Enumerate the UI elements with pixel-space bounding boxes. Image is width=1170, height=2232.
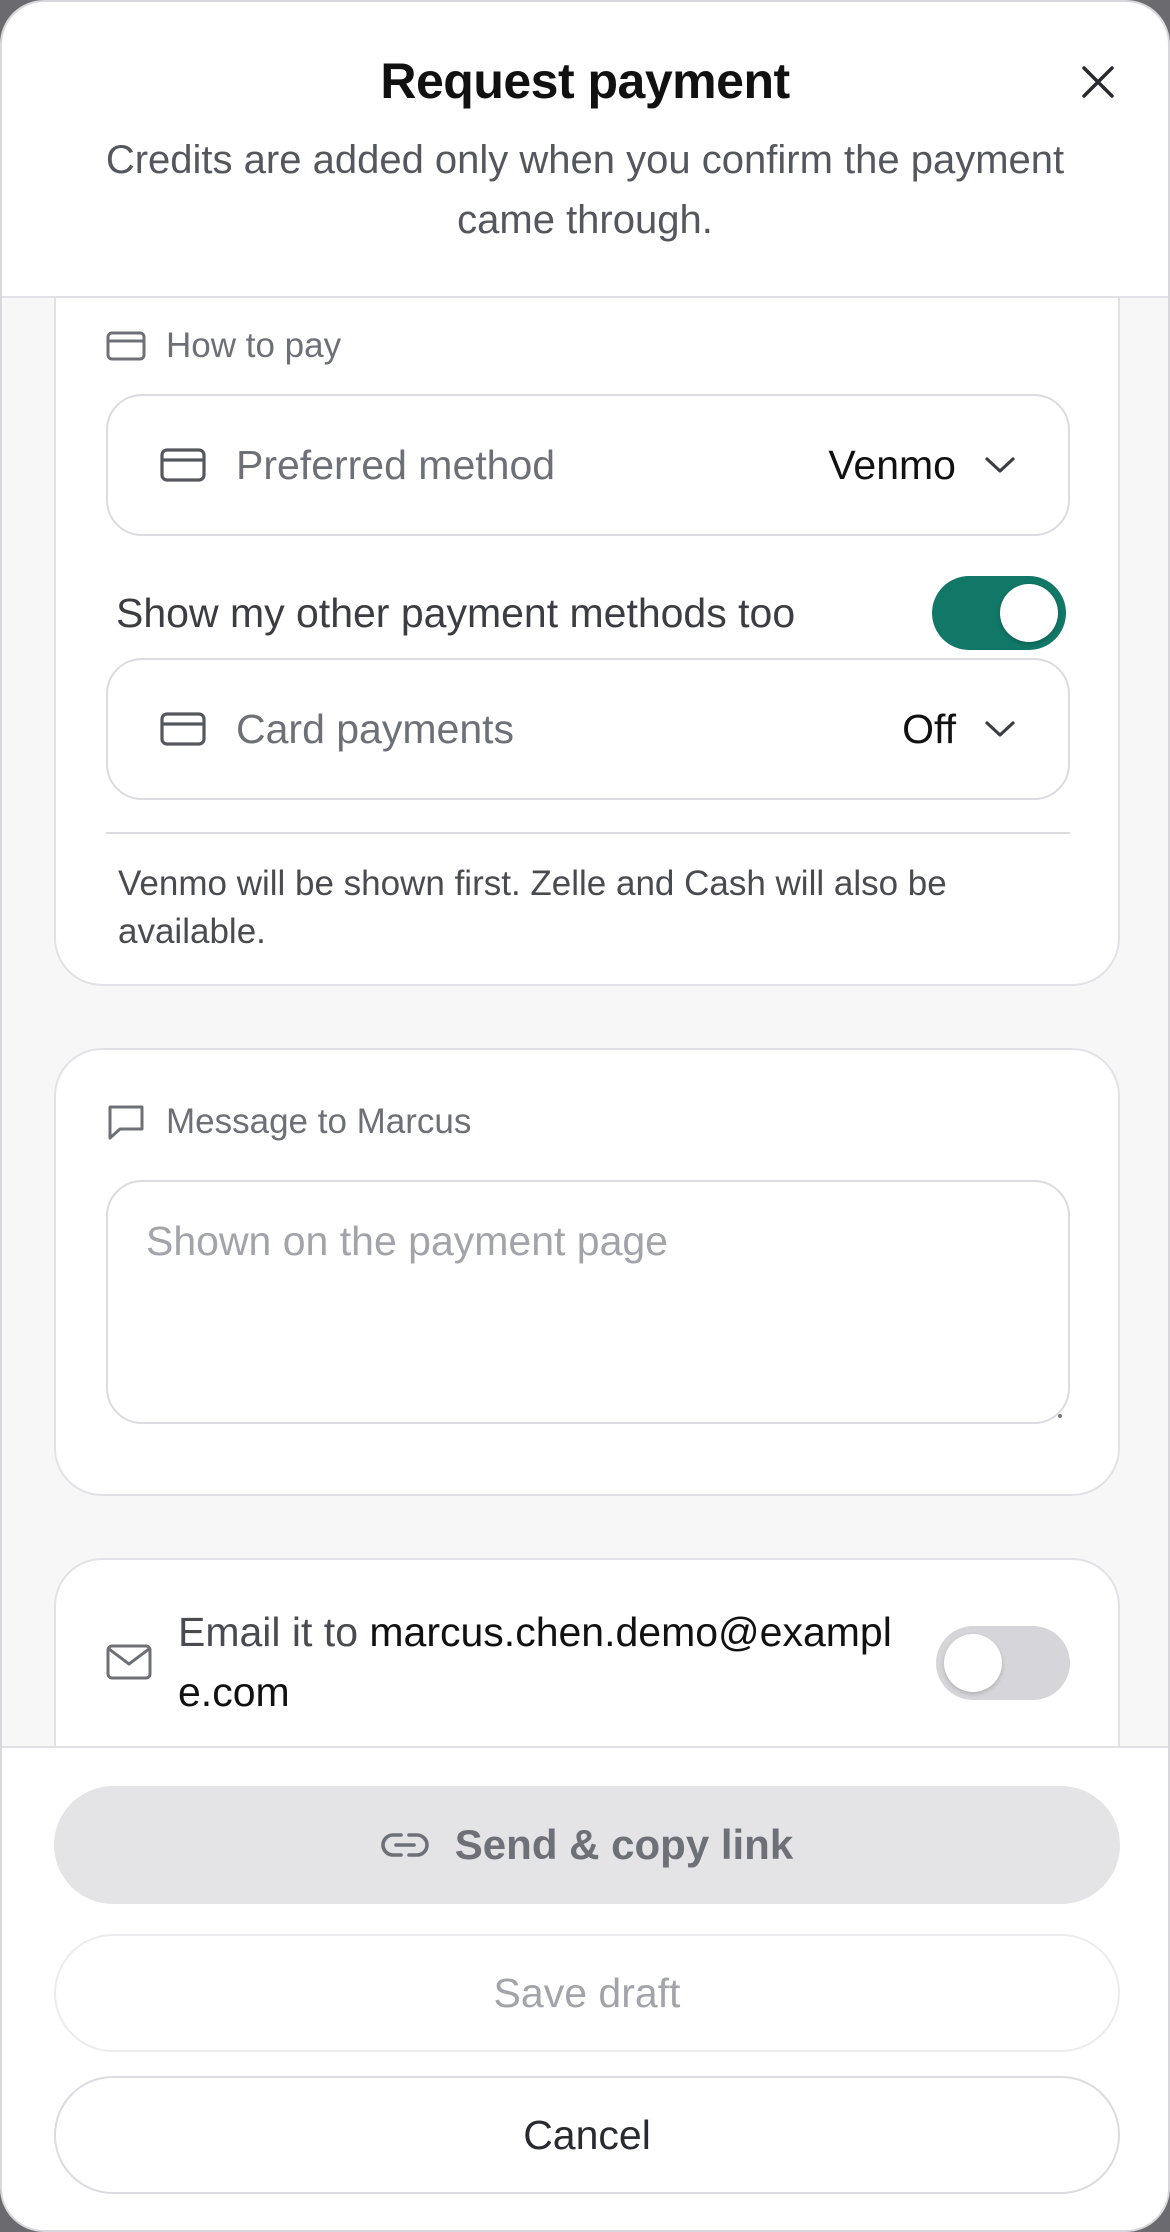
send-copy-link-button[interactable]: Send & copy link	[54, 1786, 1120, 1904]
email-prefix: Email it to	[178, 1609, 370, 1655]
card-payments-select[interactable]: Card payments Off	[106, 658, 1070, 800]
resize-handle[interactable]	[1058, 1414, 1062, 1418]
page-title: Request payment	[380, 53, 790, 109]
how-to-pay-label: How to pay	[166, 326, 342, 365]
message-placeholder: Shown on the payment page	[146, 1218, 668, 1264]
link-icon	[381, 1833, 429, 1857]
sheet-scroll-area[interactable]: How to pay Preferred method Venmo Show m…	[2, 298, 1168, 1746]
chat-bubble-icon	[108, 1105, 144, 1140]
save-draft-button[interactable]: Save draft	[54, 1934, 1120, 2052]
email-text: Email it to marcus.chen.demo@example.com	[178, 1602, 918, 1722]
toggle-knob	[944, 1634, 1002, 1692]
card-payments-label: Card payments	[236, 705, 515, 752]
save-draft-label: Save draft	[493, 1969, 681, 2016]
divider	[106, 832, 1070, 834]
request-payment-sheet: Request payment Credits are added only w…	[0, 0, 1170, 2232]
cancel-button[interactable]: Cancel	[54, 2076, 1120, 2194]
show-other-methods-row: Show my other payment methods too	[116, 576, 1066, 650]
email-row: Email it to marcus.chen.demo@example.com	[106, 1602, 1070, 1722]
mail-icon	[106, 1644, 154, 1680]
email-toggle[interactable]	[936, 1626, 1070, 1700]
card-payments-value: Off	[902, 705, 956, 752]
sheet-footer: Send & copy link Save draft Cancel	[2, 1746, 1168, 2230]
message-label: Message to Marcus	[166, 1102, 472, 1141]
message-heading: Message to Marcus	[106, 1100, 471, 1144]
email-card: Email it to marcus.chen.demo@example.com	[54, 1558, 1120, 1746]
close-button[interactable]	[1074, 58, 1122, 106]
close-icon	[1082, 66, 1114, 98]
how-to-pay-heading: How to pay	[106, 324, 341, 368]
show-other-methods-label: Show my other payment methods too	[116, 589, 796, 636]
credit-card-icon	[160, 706, 206, 752]
chevron-down-icon	[984, 719, 1016, 739]
how-to-pay-card: How to pay Preferred method Venmo Show m…	[54, 298, 1120, 986]
credit-card-icon	[160, 442, 206, 488]
credit-card-icon	[106, 331, 146, 361]
send-copy-link-label: Send & copy link	[454, 1821, 794, 1868]
show-other-methods-toggle[interactable]	[932, 576, 1066, 650]
preferred-method-select[interactable]: Preferred method Venmo	[106, 394, 1070, 536]
message-card: Message to Marcus Shown on the payment p…	[54, 1048, 1120, 1496]
cancel-label: Cancel	[523, 2111, 651, 2158]
preferred-method-value: Venmo	[828, 441, 956, 488]
page-subtitle: Credits are added only when you confirm …	[105, 138, 1065, 242]
toggle-knob	[1000, 584, 1058, 642]
payment-methods-note: Venmo will be shown first. Zelle and Cas…	[118, 864, 947, 951]
chevron-down-icon	[984, 455, 1016, 475]
preferred-method-label: Preferred method	[236, 441, 556, 488]
message-textarea[interactable]: Shown on the payment page	[106, 1180, 1070, 1424]
sheet-header: Request payment Credits are added only w…	[2, 2, 1168, 298]
